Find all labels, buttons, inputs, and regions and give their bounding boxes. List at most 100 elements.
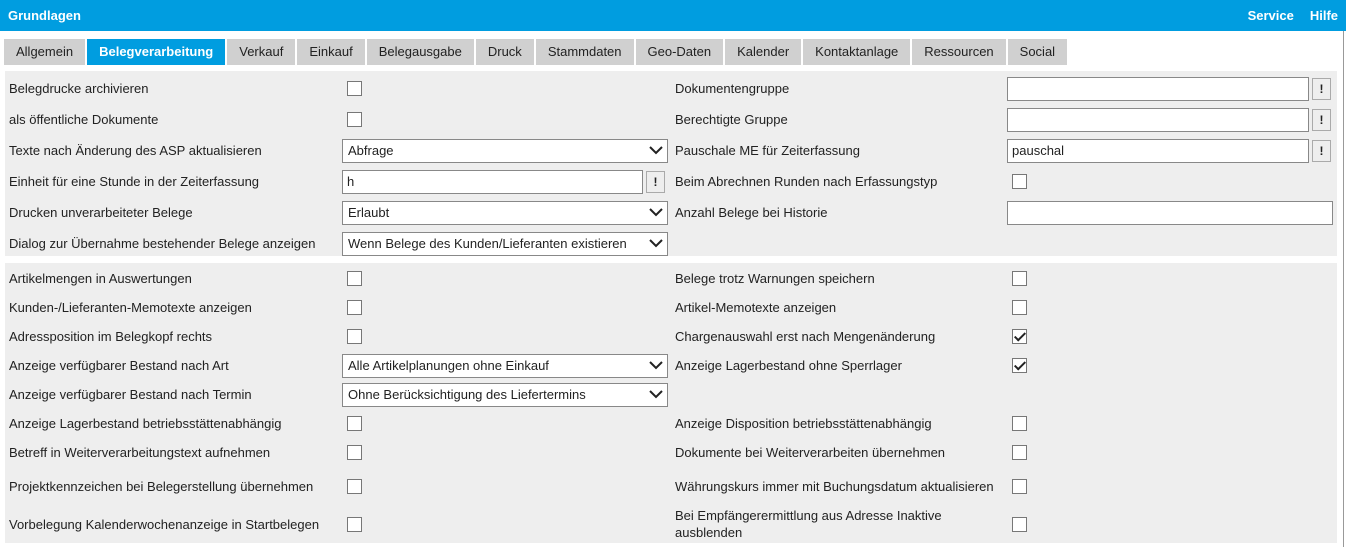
- projektkennzeichen-bei-belegerstellung-u-checkbox[interactable]: [347, 478, 362, 494]
- drucken-unverarbeiteter-belege-select[interactable]: Erlaubt: [342, 200, 668, 225]
- scrollbar[interactable]: [1343, 31, 1344, 547]
- form-row: Adressposition im Belegkopf rechts Charge…: [5, 322, 1337, 351]
- chevron-down-icon: [645, 361, 667, 370]
- wa-hrungskurs-immer-mit-buchungsdatum-ak-checkbox[interactable]: [1012, 478, 1027, 494]
- form-row: als öffentliche Dokumente Berechtigte Gru…: [5, 104, 1337, 135]
- right-control: !: [1007, 107, 1337, 132]
- form-row: Artikelmengen in Auswertungen Belege trot…: [5, 264, 1337, 293]
- chevron-down-icon: [645, 390, 667, 399]
- belege-trotz-warnungen-speichern-label: Belege trotz Warnungen speichern: [675, 271, 875, 286]
- dokumente-bei-weiterverarbeiten-u-berneh-checkbox[interactable]: [1012, 445, 1027, 460]
- betreff-in-weiterverarbeitungstext-aufne-label: Betreff in Weiterverarbeitungstext aufne…: [9, 445, 271, 460]
- dialog-zur-u-bernahme-bestehender-belege-select[interactable]: Wenn Belege des Kunden/Lieferanten exist…: [342, 231, 668, 256]
- left-control: Erlaubt: [342, 200, 675, 225]
- left-control: [342, 478, 675, 494]
- right-control: [1007, 478, 1337, 494]
- texte-nach-a-nderung-des-asp-aktualisier-label: Texte nach Änderung des ASP aktualisiere…: [9, 143, 262, 158]
- drucken-unverarbeiteter-belege-label: Drucken unverarbeiteter Belege: [9, 205, 193, 220]
- kunden-lieferanten-memotexte-anzeigen-checkbox[interactable]: [347, 300, 362, 315]
- tab-geo-daten[interactable]: Geo-Daten: [635, 39, 724, 65]
- tab-belegverarbeitung[interactable]: Belegverarbeitung: [87, 39, 226, 65]
- tab-allgemein[interactable]: Allgemein: [4, 39, 86, 65]
- select-value: Erlaubt: [348, 205, 390, 220]
- einheit-fu-r-eine-stunde-in-der-zeiterfa-input[interactable]: h: [342, 169, 643, 194]
- left-control: h!: [342, 169, 675, 194]
- chevron-down-icon: [645, 239, 667, 248]
- tab-stammdaten[interactable]: Stammdaten: [535, 39, 634, 65]
- beim-abrechnen-runden-nach-erfassungstyp-checkbox[interactable]: [1012, 174, 1027, 189]
- chevron-down-icon: [645, 146, 667, 155]
- belegdrucke-archivieren-label: Belegdrucke archivieren: [9, 81, 149, 96]
- right-control: [1007, 300, 1337, 315]
- right-control: pauschal!: [1007, 138, 1337, 163]
- dialog-zur-u-bernahme-bestehender-belege-label: Dialog zur Übernahme bestehender Belege …: [9, 236, 316, 251]
- als-o-ffentliche-dokumente-label: als öffentliche Dokumente: [9, 112, 159, 127]
- einheit-fu-r-eine-stunde-in-der-zeiterfa-lookup-button[interactable]: !: [646, 170, 665, 193]
- belege-trotz-warnungen-speichern-checkbox[interactable]: [1012, 271, 1027, 286]
- right-control: [1007, 416, 1337, 431]
- right-control: [1007, 271, 1337, 286]
- tab-verkauf[interactable]: Verkauf: [227, 39, 296, 65]
- anzeige-lagerbestand-ohne-sperrlager-checkbox[interactable]: [1012, 358, 1027, 373]
- tab-kalender[interactable]: Kalender: [725, 39, 802, 65]
- anzeige-lagerbestand-betriebssta-ttenabh-label: Anzeige Lagerbestand betriebsstättenabhä…: [9, 416, 282, 431]
- chargenauswahl-erst-nach-mengena-nderung-label: Chargenauswahl erst nach Mengenänderung: [675, 329, 936, 344]
- tab-belegausgabe[interactable]: Belegausgabe: [366, 39, 474, 65]
- berechtigte-gruppe-input[interactable]: [1007, 107, 1309, 132]
- kunden-lieferanten-memotexte-anzeigen-label: Kunden-/Lieferanten-Memotexte anzeigen: [9, 300, 252, 315]
- texte-nach-a-nderung-des-asp-aktualisier-select[interactable]: Abfrage: [342, 138, 668, 163]
- tab-einkauf[interactable]: Einkauf: [297, 39, 365, 65]
- right-control: [1007, 174, 1337, 189]
- right-control: [1007, 358, 1337, 373]
- form-row: Projektkennzeichen bei Belegerstellung ü…: [5, 467, 1337, 505]
- berechtigte-gruppe-lookup-button[interactable]: !: [1312, 108, 1331, 131]
- adressposition-im-belegkopf-rechts-checkbox[interactable]: [347, 329, 362, 344]
- tab-social[interactable]: Social: [1007, 39, 1068, 65]
- bei-empfa-ngerermittlung-aus-adresse-ina-checkbox[interactable]: [1012, 516, 1027, 532]
- chargenauswahl-erst-nach-mengena-nderung-checkbox[interactable]: [1012, 329, 1027, 344]
- left-control: [342, 516, 675, 532]
- pauschale-me-fu-r-zeiterfassung-lookup-button[interactable]: !: [1312, 139, 1331, 162]
- select-value: Alle Artikelplanungen ohne Einkauf: [348, 358, 549, 373]
- anzahl-belege-bei-historie-label: Anzahl Belege bei Historie: [675, 205, 828, 220]
- help-link[interactable]: Hilfe: [1310, 8, 1338, 23]
- form-row: Betreff in Weiterverarbeitungstext aufne…: [5, 438, 1337, 467]
- tab-ressourcen[interactable]: Ressourcen: [912, 39, 1006, 65]
- service-link[interactable]: Service: [1248, 8, 1294, 23]
- artikelmengen-in-auswertungen-checkbox[interactable]: [347, 271, 362, 286]
- tab-druck[interactable]: Druck: [475, 39, 534, 65]
- left-control: Wenn Belege des Kunden/Lieferanten exist…: [342, 231, 675, 256]
- pauschale-me-fu-r-zeiterfassung-label: Pauschale ME für Zeiterfassung: [675, 143, 860, 158]
- artikel-memotexte-anzeigen-label: Artikel-Memotexte anzeigen: [675, 300, 837, 315]
- left-control: Ohne Berücksichtigung des Liefertermins: [342, 382, 675, 407]
- form-row: Belegdrucke archivieren Dokumentengruppe!: [5, 73, 1337, 104]
- artikelmengen-in-auswertungen-label: Artikelmengen in Auswertungen: [9, 271, 192, 286]
- berechtigte-gruppe-label: Berechtigte Gruppe: [675, 112, 788, 127]
- select-value: Abfrage: [348, 143, 394, 158]
- als-o-ffentliche-dokumente-checkbox[interactable]: [347, 112, 362, 127]
- app-header: Grundlagen Service Hilfe: [0, 0, 1346, 31]
- belegdrucke-archivieren-checkbox[interactable]: [347, 81, 362, 96]
- page-title: Grundlagen: [8, 8, 81, 23]
- betreff-in-weiterverarbeitungstext-aufne-checkbox[interactable]: [347, 445, 362, 460]
- left-control: [342, 81, 675, 96]
- dokumentengruppe-input[interactable]: [1007, 76, 1309, 101]
- form-row: Anzeige Lagerbestand betriebsstättenabhä…: [5, 409, 1337, 438]
- vorbelegung-kalenderwochenanzeige-in-sta-checkbox[interactable]: [347, 516, 362, 532]
- dokumentengruppe-label: Dokumentengruppe: [675, 81, 790, 96]
- left-control: Alle Artikelplanungen ohne Einkauf: [342, 353, 675, 378]
- tab-kontaktanlage[interactable]: Kontaktanlage: [803, 39, 911, 65]
- artikel-memotexte-anzeigen-checkbox[interactable]: [1012, 300, 1027, 315]
- adressposition-im-belegkopf-rechts-label: Adressposition im Belegkopf rechts: [9, 329, 213, 344]
- left-control: [342, 300, 675, 315]
- dokumentengruppe-lookup-button[interactable]: !: [1312, 77, 1331, 100]
- section-general: Belegdrucke archivieren Dokumentengruppe!…: [5, 71, 1337, 256]
- anzeige-verfu-gbarer-bestand-nach-termin-select[interactable]: Ohne Berücksichtigung des Liefertermins: [342, 382, 668, 407]
- tab-bar: Allgemein Belegverarbeitung Verkauf Einkauf…: [4, 39, 1069, 65]
- left-control: [342, 271, 675, 286]
- anzeige-disposition-betriebssta-ttenabha-checkbox[interactable]: [1012, 416, 1027, 431]
- anzeige-lagerbestand-betriebssta-ttenabh-checkbox[interactable]: [347, 416, 362, 431]
- anzeige-verfu-gbarer-bestand-nach-art-select[interactable]: Alle Artikelplanungen ohne Einkauf: [342, 353, 668, 378]
- anzahl-belege-bei-historie-input[interactable]: [1007, 200, 1333, 225]
- pauschale-me-fu-r-zeiterfassung-input[interactable]: pauschal: [1007, 138, 1309, 163]
